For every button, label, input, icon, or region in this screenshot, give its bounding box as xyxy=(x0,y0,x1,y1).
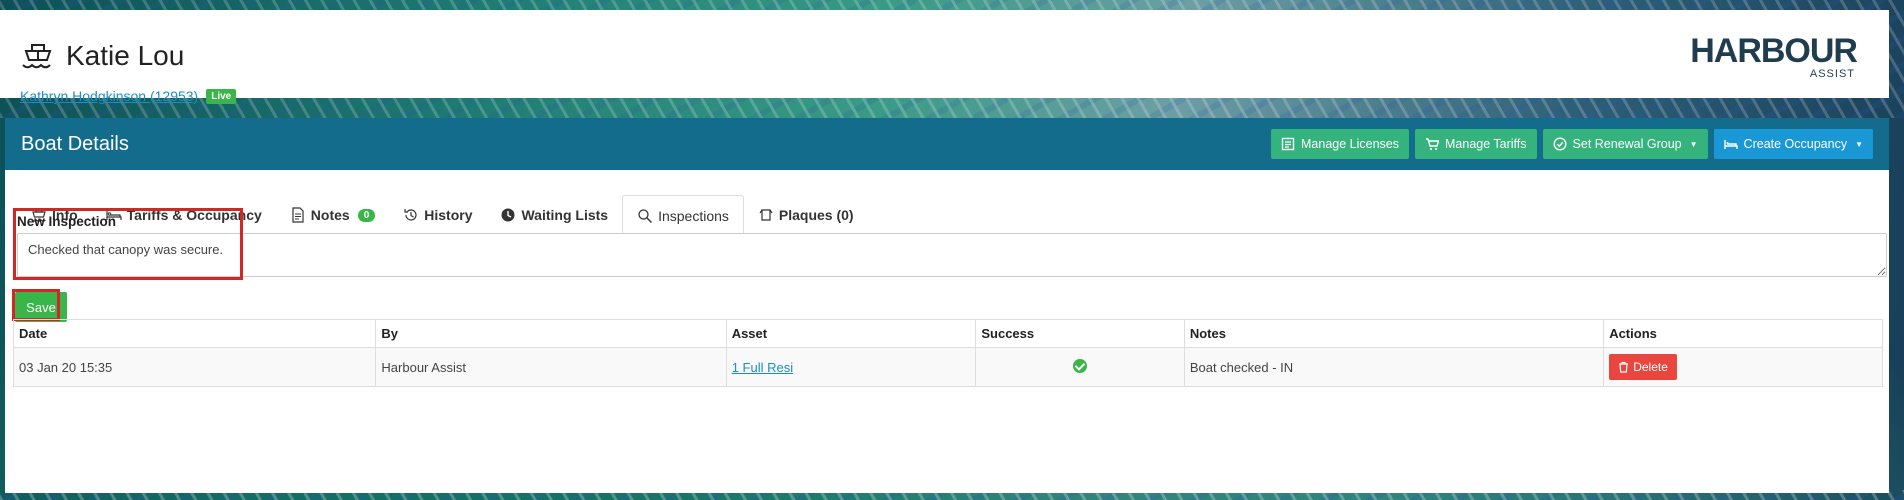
tab-notes-label: Notes xyxy=(310,207,350,223)
harbour-assist-logo: HARBOUR ASSIST xyxy=(1677,32,1858,90)
delete-label: Delete xyxy=(1633,360,1668,374)
boat-tabs: Info Tariffs & Occupancy Notes 0 History… xyxy=(17,195,1887,237)
inspections-table: Date By Asset Success Notes Actions 03 J… xyxy=(12,319,1883,387)
column-header-notes: Notes xyxy=(1183,319,1605,348)
boat-name: Katie Lou xyxy=(66,40,185,71)
new-inspection-label: New Inspection xyxy=(17,214,117,229)
tab-waiting-lists-label: Waiting Lists xyxy=(521,207,609,223)
cell-date: 03 Jan 20 15:35 xyxy=(12,347,377,387)
success-check-icon xyxy=(1073,358,1088,373)
tab-notes[interactable]: Notes 0 xyxy=(276,194,389,236)
tab-waiting-lists[interactable]: Waiting Lists xyxy=(486,194,622,236)
boat-title: Katie Lou xyxy=(20,40,184,72)
table-header-row: Date By Asset Success Notes Actions xyxy=(12,319,1883,348)
owner-link[interactable]: Kathryn Hodgkinson (12953) xyxy=(20,88,198,104)
tab-plaques[interactable]: Plaques (0) xyxy=(744,194,868,236)
column-header-actions: Actions xyxy=(1603,319,1883,348)
tab-tariffs-occupancy[interactable]: Tariffs & Occupancy xyxy=(92,194,276,236)
tab-plaques-label: Plaques (0) xyxy=(778,207,854,223)
boat-details-panel: Boat Details Manage Licenses Manage Tari… xyxy=(5,118,1889,493)
tab-inspections[interactable]: Inspections xyxy=(622,195,744,237)
manage-licenses-button[interactable]: Manage Licenses xyxy=(1271,129,1409,159)
bed-icon xyxy=(1723,140,1738,149)
set-renewal-group-button[interactable]: Set Renewal Group ▼ xyxy=(1542,129,1708,159)
inspection-notes-input[interactable]: Checked that canopy was secure. xyxy=(17,233,1887,277)
search-icon xyxy=(638,209,653,223)
column-header-success: Success xyxy=(975,319,1185,348)
notes-count-badge: 0 xyxy=(357,208,376,222)
column-header-by: By xyxy=(375,319,727,348)
cell-actions: Delete xyxy=(1603,347,1883,387)
table-row: 03 Jan 20 15:35 Harbour Assist 1 Full Re… xyxy=(12,347,1883,387)
panel-title: Boat Details xyxy=(21,132,129,155)
chevron-down-icon: ▼ xyxy=(1855,139,1863,149)
tab-history[interactable]: History xyxy=(389,194,486,236)
manage-tariffs-label: Manage Tariffs xyxy=(1445,137,1527,151)
column-header-asset: Asset xyxy=(725,319,977,348)
create-occupancy-button[interactable]: Create Occupancy ▼ xyxy=(1713,129,1873,159)
owner-line: Kathryn Hodgkinson (12953) Live xyxy=(20,88,237,104)
manage-tariffs-button[interactable]: Manage Tariffs xyxy=(1415,129,1537,159)
tab-history-label: History xyxy=(424,207,473,223)
cell-by: Harbour Assist xyxy=(375,347,727,387)
save-button[interactable]: Save xyxy=(15,292,67,322)
clock-icon xyxy=(501,208,515,222)
manage-licenses-label: Manage Licenses xyxy=(1301,137,1399,151)
cell-notes: Boat checked - IN xyxy=(1183,347,1605,387)
trash-icon xyxy=(1619,361,1629,373)
tab-inspections-label: Inspections xyxy=(658,208,729,224)
create-occupancy-label: Create Occupancy xyxy=(1743,137,1848,151)
column-header-date: Date xyxy=(12,319,377,348)
cart-icon xyxy=(1426,138,1439,151)
asset-link[interactable]: 1 Full Resi xyxy=(732,360,793,375)
document-icon xyxy=(292,207,304,223)
boat-icon xyxy=(22,44,52,69)
tab-tariffs-label: Tariffs & Occupancy xyxy=(126,207,262,223)
status-badge: Live xyxy=(206,88,237,104)
page-header: Katie Lou Kathryn Hodgkinson (12953) Liv… xyxy=(0,10,1889,104)
panel-header: Boat Details Manage Licenses Manage Tari… xyxy=(5,118,1889,170)
chevron-down-icon: ▼ xyxy=(1689,139,1698,149)
cell-success xyxy=(975,347,1185,387)
history-icon xyxy=(404,209,417,221)
licenses-icon xyxy=(1281,137,1295,151)
delete-button[interactable]: Delete xyxy=(1609,354,1677,380)
cell-asset: 1 Full Resi xyxy=(725,347,977,387)
logo-brand: HARBOUR xyxy=(1690,32,1858,70)
set-renewal-group-label: Set Renewal Group xyxy=(1572,137,1682,151)
check-circle-icon xyxy=(1553,137,1567,151)
plaque-icon xyxy=(759,209,773,221)
